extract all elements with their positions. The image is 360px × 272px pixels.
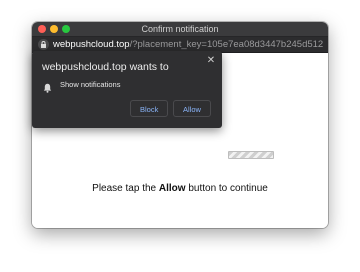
window-title: Confirm notification [141,24,219,34]
url-host: webpushcloud.top [53,39,130,50]
instruction-allow-word: Allow [158,183,186,194]
block-button[interactable]: Block [130,100,169,117]
title-bar: Confirm notification [32,22,328,37]
bell-icon [43,80,52,98]
loading-bar [228,151,274,159]
notification-permission-popup: webpushcloud.top wants to ✕ Show notific… [32,51,222,128]
allow-button[interactable]: Allow [173,100,211,117]
lock-icon[interactable] [38,39,49,50]
close-icon[interactable]: ✕ [206,56,216,66]
popup-title: webpushcloud.top wants to [42,61,169,73]
instruction-text: Please tap the Allow button to continue [92,183,268,194]
permission-label: Show notifications [60,80,121,89]
url-path: /?placement_key=105e7ea08d3447b245d512a.… [129,39,323,50]
url-text[interactable]: webpushcloud.top/?placement_key=105e7ea0… [53,38,323,51]
